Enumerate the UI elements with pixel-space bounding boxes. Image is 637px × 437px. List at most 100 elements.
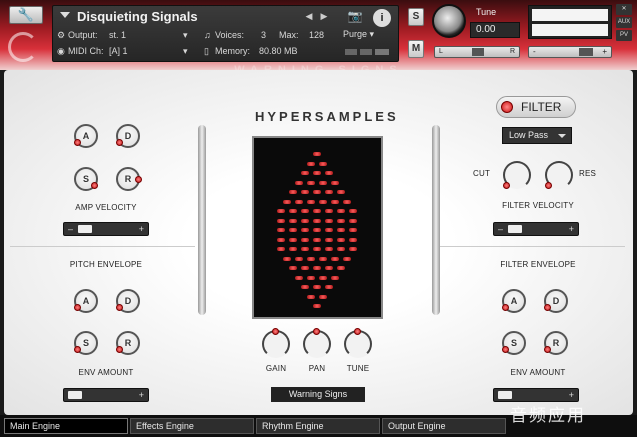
filter-release-knob[interactable]: R (544, 331, 568, 355)
tune-value[interactable]: 0.00 (470, 22, 520, 38)
led-light (313, 285, 321, 289)
mute-button[interactable]: M (408, 40, 424, 58)
filter-decay-knob[interactable]: D (544, 289, 568, 313)
led-light (349, 228, 357, 232)
midi-channel-label: MIDI Ch: (68, 46, 104, 56)
knob-label: D (552, 296, 560, 306)
pitch-decay-knob[interactable]: D (116, 289, 140, 313)
tune-amount-knob[interactable] (344, 328, 372, 358)
knob-indicator (74, 139, 81, 146)
pitch-envelope-title: PITCH ENVELOPE (69, 260, 143, 269)
filter-velocity-slider[interactable]: – + (493, 222, 579, 236)
filter-type-select[interactable]: Low Pass (502, 127, 572, 144)
pitch-release-knob[interactable]: R (116, 331, 140, 355)
tune-knob[interactable] (432, 4, 466, 38)
led-light (313, 171, 321, 175)
max-voices-value[interactable]: 128 (309, 30, 324, 40)
slider-thumb[interactable] (508, 225, 522, 233)
slider-thumb[interactable] (68, 391, 82, 399)
camera-icon[interactable]: 📷 (345, 9, 365, 25)
amp-attack-knob[interactable]: A (74, 124, 98, 148)
led-light (325, 228, 333, 232)
cutoff-knob[interactable] (503, 161, 531, 189)
knob-indicator (116, 346, 123, 353)
led-light (301, 285, 309, 289)
led-light (313, 190, 321, 194)
section-divider (440, 246, 625, 247)
tab-effects-engine[interactable]: Effects Engine (130, 418, 254, 434)
pitch-env-amount-slider[interactable]: –+ (63, 388, 149, 402)
kontakt-swirl-icon (8, 32, 38, 62)
midi-channel-select[interactable]: [A] 1 (109, 46, 128, 56)
led-light (349, 237, 357, 242)
filter-env-amount-label: ENV AMOUNT (510, 368, 566, 377)
amp-release-knob[interactable]: R (116, 167, 142, 191)
led-light (301, 228, 309, 232)
gain-knob[interactable] (262, 328, 290, 358)
tune-label: Tune (476, 7, 497, 17)
aux-button[interactable]: AUX (616, 17, 632, 28)
knob-indicator (313, 328, 320, 335)
volume-plus: + (602, 47, 607, 56)
volume-thumb[interactable] (579, 48, 593, 56)
led-light (337, 266, 345, 270)
led-light (337, 190, 345, 194)
meter-bar-left (532, 9, 608, 21)
filter-sustain-knob[interactable]: S (502, 331, 526, 355)
slider-thumb[interactable] (498, 391, 512, 399)
led-light (301, 209, 309, 213)
prev-instrument-button[interactable]: ◀ (303, 10, 315, 22)
led-light (277, 247, 285, 251)
knob-indicator (502, 346, 509, 353)
chevron-down-icon[interactable] (60, 12, 70, 18)
amp-sustain-knob[interactable]: S (74, 167, 98, 191)
led-light (307, 275, 315, 280)
slider-minus: – (68, 224, 74, 234)
volume-slider[interactable]: - + (528, 46, 612, 58)
wrench-icon[interactable]: 🔧 (9, 6, 43, 24)
output-label: Output: (68, 30, 98, 40)
led-light (349, 209, 357, 213)
filter-type-value: Low Pass (509, 130, 549, 140)
led-light (295, 199, 303, 204)
chevron-down-icon[interactable]: ▾ (183, 30, 188, 41)
pan-right-label: R (509, 48, 515, 55)
led-light (313, 304, 321, 308)
next-instrument-button[interactable]: ▶ (318, 10, 330, 22)
pan-slider[interactable]: L R (434, 46, 520, 58)
pan-knob[interactable] (303, 328, 331, 358)
filter-env-amount-slider[interactable]: –+ (493, 388, 579, 402)
tab-main-engine[interactable]: Main Engine (4, 418, 128, 434)
led-light (307, 256, 315, 261)
led-light (313, 266, 321, 270)
resonance-knob[interactable] (545, 161, 573, 189)
led-light (337, 218, 345, 223)
led-light (289, 266, 297, 270)
pitch-sustain-knob[interactable]: S (74, 331, 98, 355)
filter-toggle-button[interactable]: FILTER (496, 96, 576, 118)
pv-button[interactable]: PV (616, 30, 632, 41)
led-light (343, 256, 351, 261)
amp-decay-knob[interactable]: D (116, 124, 140, 148)
amp-velocity-slider[interactable]: – + (63, 222, 149, 236)
info-icon[interactable]: i (373, 9, 391, 27)
knob-indicator (116, 304, 123, 311)
tab-output-engine[interactable]: Output Engine (382, 418, 506, 434)
filter-attack-knob[interactable]: A (502, 289, 526, 313)
purge-button[interactable]: Purge ▾ (343, 29, 395, 42)
knob-indicator (116, 139, 123, 146)
pan-thumb[interactable] (472, 48, 484, 56)
slider-thumb[interactable] (78, 225, 92, 233)
pan-left-label: L (439, 48, 443, 55)
led-light (295, 256, 303, 261)
close-icon[interactable]: ✕ (616, 4, 632, 15)
chevron-down-icon (558, 134, 566, 138)
tab-rhythm-engine[interactable]: Rhythm Engine (256, 418, 380, 434)
meter-segment (345, 49, 357, 55)
chevron-down-icon[interactable]: ▾ (183, 46, 188, 57)
solo-button[interactable]: S (408, 8, 424, 26)
instrument-name[interactable]: Disquieting Signals (77, 9, 198, 24)
output-select[interactable]: st. 1 (109, 30, 189, 40)
meter-segment (375, 49, 389, 55)
pitch-attack-knob[interactable]: A (74, 289, 98, 313)
